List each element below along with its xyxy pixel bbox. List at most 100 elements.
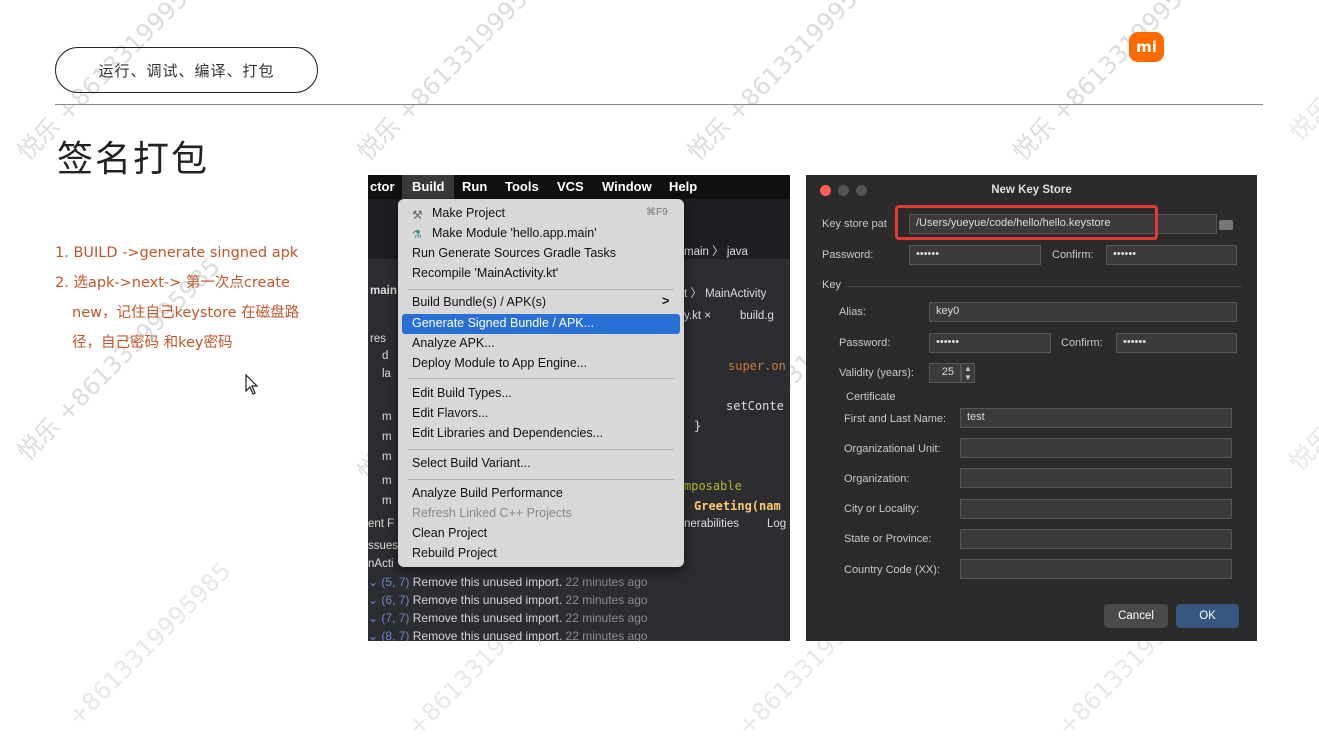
menu-item-run-generate[interactable]: Run Generate Sources Gradle Tasks — [412, 246, 616, 260]
menu-build[interactable]: Build — [412, 179, 445, 194]
menu-item-make-module[interactable]: Make Module 'hello.app.main' — [432, 226, 597, 240]
ide-menubar: ctor Build Run Tools VCS Window Help — [368, 175, 790, 199]
city-label: City or Locality: — [844, 503, 920, 515]
step-2-line-3: 径，自己密码 和key密码 — [72, 335, 233, 351]
chevron-right-icon: > — [662, 294, 670, 308]
state-label: State or Province: — [844, 533, 932, 545]
menu-separator — [408, 378, 674, 379]
code-line: } — [694, 419, 702, 433]
validity-spinner[interactable]: 25 — [929, 363, 961, 383]
menu-item-edit-flavors[interactable]: Edit Flavors... — [412, 406, 488, 420]
menu-item-refresh-cpp: Refresh Linked C++ Projects — [412, 506, 572, 520]
watermark: 悦乐 +8613319995985 — [682, 0, 896, 167]
menu-item-recompile[interactable]: Recompile 'MainActivity.kt' — [412, 266, 558, 280]
project-item: m — [382, 431, 392, 443]
menu-refactor[interactable]: ctor — [370, 179, 395, 194]
dialog-title: New Key Store — [991, 184, 1072, 196]
ide-screenshot: ctor Build Run Tools VCS Window Help mai… — [368, 175, 790, 641]
section-label: 运行、调试、编译、打包 — [55, 47, 318, 93]
editor-tab-kt[interactable]: y.kt × — [684, 310, 711, 322]
issue-row[interactable]: ⌄ (5, 7) Remove this unused import. 22 m… — [368, 575, 648, 589]
hammer-icon: ⚒ — [412, 208, 423, 222]
menu-item-clean-project[interactable]: Clean Project — [412, 526, 487, 540]
key-store-path-label: Key store pat — [822, 218, 887, 230]
panel-label: nActi — [368, 558, 394, 570]
state-input[interactable] — [960, 529, 1232, 549]
org-input[interactable] — [960, 468, 1232, 488]
chevron-down-icon: ⌄ — [368, 575, 379, 589]
code-line: setConte — [726, 399, 784, 413]
menu-item-generate-signed[interactable]: Generate Signed Bundle / APK... — [412, 316, 594, 330]
menu-item-edit-libraries[interactable]: Edit Libraries and Dependencies... — [412, 426, 603, 440]
menu-item-analyze-performance[interactable]: Analyze Build Performance — [412, 486, 563, 500]
project-item: m — [382, 411, 392, 423]
module-icon: ⚗ — [412, 229, 422, 241]
code-line: super.on — [728, 359, 786, 373]
certificate-label: Certificate — [846, 391, 896, 403]
menu-item-analyze-apk[interactable]: Analyze APK... — [412, 336, 495, 350]
issue-row[interactable]: ⌄ (8, 7) Remove this unused import. 22 m… — [368, 629, 648, 641]
project-item: la — [382, 368, 391, 380]
password-input[interactable]: •••••• — [909, 245, 1041, 265]
menu-separator — [408, 289, 674, 290]
issue-row[interactable]: ⌄ (7, 7) Remove this unused import. 22 m… — [368, 611, 648, 625]
watermark: 悦乐 — [1283, 422, 1319, 477]
menu-separator — [408, 479, 674, 480]
menu-separator — [408, 449, 674, 450]
menu-item-rebuild-project[interactable]: Rebuild Project — [412, 546, 497, 560]
folder-icon[interactable] — [1219, 220, 1233, 230]
watermark: 悦乐 +8613319995985 — [352, 0, 566, 167]
key-section-divider — [846, 286, 1242, 287]
validity-label: Validity (years): — [839, 367, 914, 379]
menu-item-deploy-module[interactable]: Deploy Module to App Engine... — [412, 356, 587, 370]
watermark: 悦乐 +8613319995985 — [1007, 0, 1221, 167]
menu-run[interactable]: Run — [462, 179, 487, 194]
chevron-down-icon: ⌄ — [368, 593, 379, 607]
key-confirm-label: Confirm: — [1061, 337, 1103, 349]
editor-tab-build[interactable]: build.g — [740, 310, 774, 322]
key-password-input[interactable]: •••••• — [929, 333, 1051, 353]
chevron-down-icon: ⌄ — [368, 611, 379, 625]
header-divider — [55, 104, 1263, 105]
confirm-label: Confirm: — [1052, 249, 1094, 261]
step-2-line-2: new，记住自己keystore 在磁盘路 — [72, 305, 300, 321]
org-unit-input[interactable] — [960, 438, 1232, 458]
org-label: Organization: — [844, 473, 910, 485]
alias-label: Alias: — [839, 306, 866, 318]
mouse-cursor-icon — [245, 374, 259, 395]
menu-vcs[interactable]: VCS — [557, 179, 584, 194]
tab-vulnerabilities[interactable]: nerabilities — [684, 518, 739, 530]
project-item: m — [382, 451, 392, 463]
spinner-arrows-icon[interactable]: ▲ ▼ — [961, 363, 975, 383]
project-item: m — [382, 495, 392, 507]
watermark: +8613319995985 — [62, 556, 237, 732]
highlight-annotation — [895, 205, 1158, 240]
menu-window[interactable]: Window — [602, 179, 652, 194]
first-last-input[interactable]: test — [960, 408, 1232, 428]
menu-item-build-bundle[interactable]: Build Bundle(s) / APK(s) — [412, 295, 546, 309]
menu-tools[interactable]: Tools — [505, 179, 539, 194]
step-1: 1. BUILD ->generate singned apk — [55, 245, 299, 261]
menu-help[interactable]: Help — [669, 179, 697, 194]
tab-log[interactable]: Log — [767, 518, 786, 530]
password-label: Password: — [822, 249, 874, 261]
country-input[interactable] — [960, 559, 1232, 579]
key-confirm-input[interactable]: •••••• — [1116, 333, 1237, 353]
confirm-input[interactable]: •••••• — [1106, 245, 1237, 265]
project-item: m — [382, 475, 392, 487]
panel-label: ent F — [368, 518, 395, 530]
first-last-label: First and Last Name: — [844, 413, 947, 425]
country-label: Country Code (XX): — [844, 564, 940, 576]
alias-input[interactable]: key0 — [929, 302, 1237, 322]
cancel-button[interactable]: Cancel — [1104, 604, 1168, 628]
menu-item-make-project[interactable]: Make Project — [432, 206, 505, 220]
watermark: 悦乐 — [1283, 92, 1319, 147]
project-item: d — [382, 350, 389, 362]
city-input[interactable] — [960, 499, 1232, 519]
breadcrumb-java: main 〉 java — [684, 246, 748, 258]
issue-row[interactable]: ⌄ (6, 7) Remove this unused import. 22 m… — [368, 593, 648, 607]
breadcrumb-main: main — [370, 285, 397, 297]
ok-button[interactable]: OK — [1176, 604, 1239, 628]
menu-item-edit-build-types[interactable]: Edit Build Types... — [412, 386, 512, 400]
menu-item-select-variant[interactable]: Select Build Variant... — [412, 456, 531, 470]
